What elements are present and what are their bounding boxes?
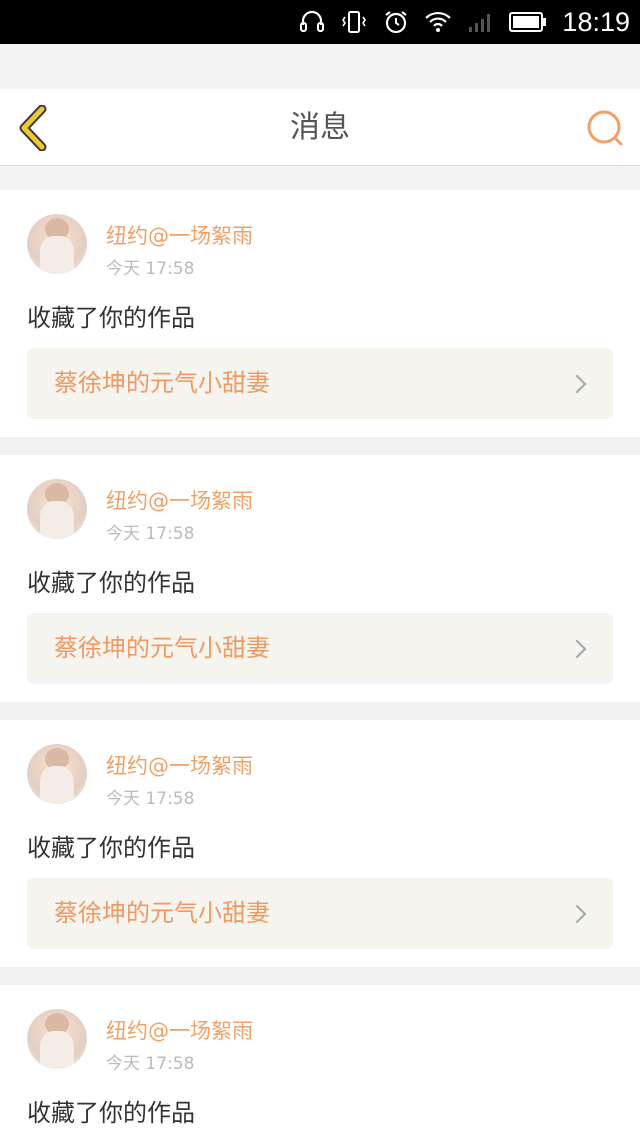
battery-icon — [508, 8, 548, 36]
avatar[interactable] — [27, 1009, 87, 1069]
message-time: 今天 17:58 — [106, 1054, 195, 1074]
search-icon — [587, 110, 623, 146]
page-title: 消息 — [290, 110, 350, 145]
signal-icon — [466, 8, 494, 36]
message-item: 纽约@一场絮雨 今天 17:58 收藏了你的作品 — [0, 985, 640, 1138]
work-title: 蔡徐坤的元气小甜妻 — [54, 369, 270, 397]
message-action: 收藏了你的作品 — [27, 834, 195, 862]
work-link[interactable]: 蔡徐坤的元气小甜妻 — [27, 878, 613, 949]
avatar[interactable] — [27, 744, 87, 804]
message-username[interactable]: 纽约@一场絮雨 — [106, 220, 253, 250]
search-button[interactable] — [584, 107, 626, 149]
avatar[interactable] — [27, 479, 87, 539]
chevron-right-icon — [575, 904, 587, 924]
message-item: 纽约@一场絮雨 今天 17:58 收藏了你的作品 蔡徐坤的元气小甜妻 — [0, 720, 640, 967]
top-spacer — [0, 44, 640, 89]
message-item: 纽约@一场絮雨 今天 17:58 收藏了你的作品 蔡徐坤的元气小甜妻 — [0, 455, 640, 702]
chevron-right-icon — [575, 639, 587, 659]
message-time: 今天 17:58 — [106, 789, 195, 809]
headset-icon — [298, 8, 326, 36]
work-title: 蔡徐坤的元气小甜妻 — [54, 634, 270, 662]
navigation-bar: 消息 — [0, 89, 640, 166]
work-title: 蔡徐坤的元气小甜妻 — [54, 899, 270, 927]
message-time: 今天 17:58 — [106, 259, 195, 279]
chevron-right-icon — [575, 374, 587, 394]
status-bar: 18:19 — [0, 0, 640, 44]
work-link[interactable]: 蔡徐坤的元气小甜妻 — [27, 348, 613, 419]
message-username[interactable]: 纽约@一场絮雨 — [106, 1015, 253, 1045]
list-spacer — [0, 166, 640, 190]
work-link[interactable]: 蔡徐坤的元气小甜妻 — [27, 613, 613, 684]
avatar[interactable] — [27, 214, 87, 274]
message-item: 纽约@一场絮雨 今天 17:58 收藏了你的作品 蔡徐坤的元气小甜妻 — [0, 190, 640, 437]
message-username[interactable]: 纽约@一场絮雨 — [106, 485, 253, 515]
status-time: 18:19 — [562, 6, 630, 37]
message-username[interactable]: 纽约@一场絮雨 — [106, 750, 253, 780]
message-action: 收藏了你的作品 — [27, 1099, 195, 1127]
message-time: 今天 17:58 — [106, 524, 195, 544]
message-action: 收藏了你的作品 — [27, 304, 195, 332]
vibrate-icon — [340, 8, 368, 36]
alarm-icon — [382, 8, 410, 36]
wifi-icon — [424, 8, 452, 36]
message-action: 收藏了你的作品 — [27, 569, 195, 597]
